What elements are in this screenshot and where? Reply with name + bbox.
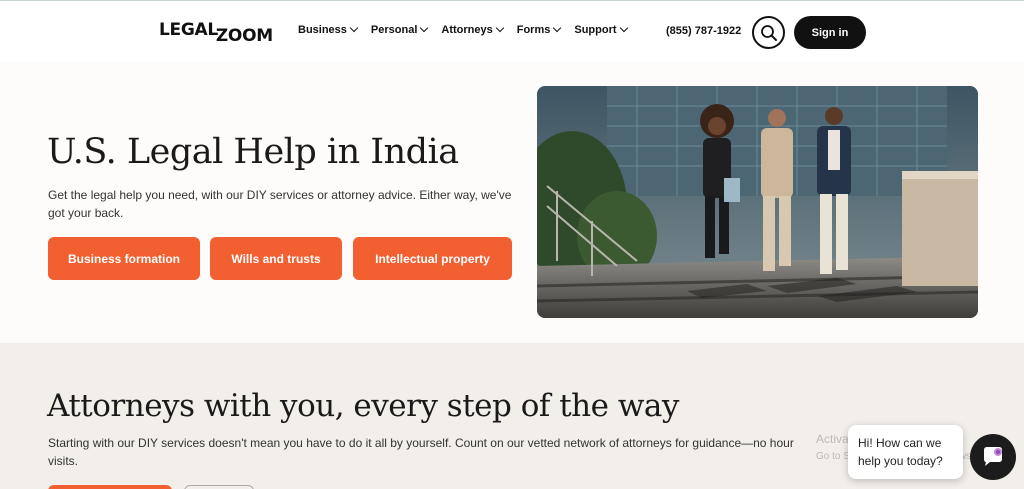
sign-in-button[interactable]: Sign in [794,16,866,49]
site-header: LEGALZOOM Business Personal Attorneys Fo… [0,0,1024,62]
hero-photo [537,86,978,318]
nav-label: Business [298,24,347,36]
page: LEGALZOOM Business Personal Attorneys Fo… [0,0,1024,489]
hero-title: U.S. Legal Help in India [47,132,459,172]
chevron-down-icon [495,23,504,33]
search-icon [760,24,777,41]
nav-label: Support [574,24,617,36]
nav-forms[interactable]: Forms [516,23,562,36]
attorneys-title: Attorneys with you, every step of the wa… [47,388,679,424]
hero-description: Get the legal help you need, with our DI… [48,188,512,220]
chevron-down-icon [420,23,429,33]
chat-icon [984,447,1002,466]
attorneys-description-line-2: visits. [48,454,78,468]
logo-text-zoom: ZOOM [215,26,273,46]
chevron-down-icon [553,23,562,33]
intellectual-property-button[interactable]: Intellectual property [353,237,512,280]
attorneys-description-line-1: Starting with our DIY services doesn't m… [48,436,794,450]
wills-and-trusts-button[interactable]: Wills and trusts [210,237,342,280]
chat-launcher-button[interactable] [970,434,1016,480]
chevron-down-icon [619,23,628,33]
chevron-down-icon [349,23,359,33]
attorneys-description: Starting with our DIY services doesn't m… [48,434,848,470]
phone-link[interactable]: (855) 787-1922 [666,25,741,37]
attorneys-secondary-button[interactable] [184,485,254,489]
search-button[interactable] [752,16,785,49]
main-nav: Business Personal Attorneys Forms Suppor… [298,23,641,36]
nav-personal[interactable]: Personal [370,23,429,36]
nav-support[interactable]: Support [574,23,628,36]
nav-attorneys[interactable]: Attorneys [441,23,504,36]
nav-label: Forms [516,24,551,36]
attorneys-primary-button[interactable] [48,485,172,489]
legalzoom-logo[interactable]: LEGALZOOM [159,20,273,46]
logo-text-legal: LEGAL [159,20,218,40]
nav-label: Attorneys [441,24,493,36]
nav-label: Personal [370,24,418,36]
chat-greeting-bubble[interactable]: Hi! How can we help you today? [848,425,963,479]
business-formation-button[interactable]: Business formation [48,237,200,280]
nav-business[interactable]: Business [298,23,359,36]
